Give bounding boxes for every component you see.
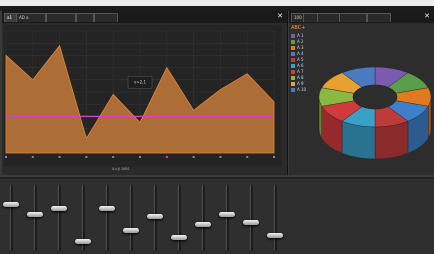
- x-tick: [273, 156, 275, 158]
- x-axis-label: x=y axis: [112, 166, 130, 171]
- area-chart-panel: a1 AD a ✕ v=2,1 x=y axis: [2, 11, 288, 175]
- fader-knob[interactable]: [147, 214, 163, 220]
- x-tick: [31, 156, 34, 158]
- donut-chart-svg: [318, 66, 432, 160]
- tab-3[interactable]: [46, 13, 76, 22]
- fader-track[interactable]: [34, 185, 37, 251]
- fader-knob[interactable]: [99, 205, 115, 211]
- x-tick: [58, 156, 61, 158]
- tab-4[interactable]: [76, 13, 94, 22]
- fader-knob[interactable]: [171, 235, 187, 241]
- fader-bank: [0, 177, 434, 254]
- tab-2[interactable]: AD a: [16, 13, 46, 22]
- pie-tab-strip: 100 ✕: [289, 11, 434, 23]
- fader-track[interactable]: [58, 185, 61, 251]
- fader-track[interactable]: [130, 185, 133, 251]
- x-tick: [219, 156, 222, 158]
- fader-knob[interactable]: [3, 202, 19, 208]
- pie-tab-3[interactable]: [317, 13, 341, 22]
- tooltip-text: v=2,1: [134, 80, 147, 85]
- x-tick: [5, 156, 7, 158]
- area-chart-svg: v=2,1: [5, 30, 275, 158]
- tab-5[interactable]: [94, 13, 118, 22]
- fader-track[interactable]: [178, 185, 181, 251]
- fader-track[interactable]: [202, 185, 205, 251]
- fader-knob[interactable]: [51, 205, 67, 211]
- fader-track[interactable]: [274, 185, 277, 251]
- fader-knob[interactable]: [195, 221, 211, 227]
- fader-knob[interactable]: [27, 212, 43, 218]
- donut-hole: [352, 84, 398, 110]
- pie-tab-5[interactable]: [367, 13, 391, 22]
- pie-close-icon[interactable]: ✕: [424, 12, 430, 20]
- x-tick: [139, 156, 141, 158]
- fader-track[interactable]: [226, 185, 229, 251]
- area-chart-plot: v=2,1: [4, 25, 282, 167]
- fader-track[interactable]: [250, 185, 253, 251]
- fader-knob[interactable]: [267, 232, 283, 238]
- fader-knob[interactable]: [243, 220, 259, 226]
- x-tick: [112, 156, 115, 158]
- fader-knob[interactable]: [75, 238, 91, 244]
- fader-track[interactable]: [10, 185, 13, 251]
- chart-tab-strip: a1 AD a ✕: [2, 11, 287, 23]
- x-tick: [192, 156, 195, 158]
- fader-track[interactable]: [106, 185, 109, 251]
- close-icon[interactable]: ✕: [277, 12, 283, 20]
- fader-knob[interactable]: [219, 212, 235, 218]
- pie-tab-4[interactable]: [339, 13, 367, 22]
- pie-chart-panel: 100 ✕ ABC+ A 1A 2A 3A 4A 5A 6A 7A 8A 9A …: [289, 11, 434, 175]
- x-tick: [165, 156, 168, 158]
- x-tick: [85, 156, 88, 158]
- fader-knob[interactable]: [123, 227, 139, 233]
- x-tick: [246, 156, 249, 158]
